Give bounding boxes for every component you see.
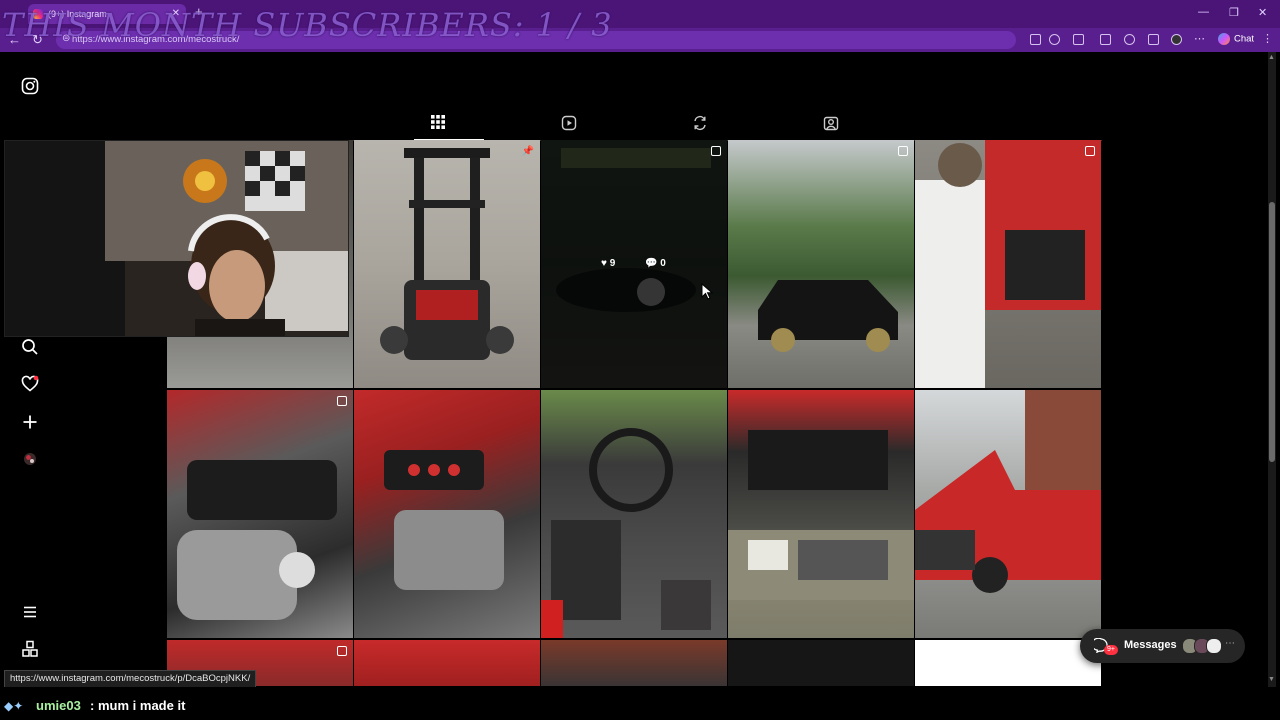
multiple-images-icon	[711, 146, 721, 156]
tab-reposts-icon[interactable]	[690, 115, 710, 135]
chat-username: umie03	[36, 698, 81, 713]
post-thumbnail-hovered[interactable]: ♥ 9 💬 0	[541, 140, 727, 388]
pinned-post-icon: 📌	[521, 146, 534, 157]
post-thumbnail[interactable]	[728, 390, 914, 638]
post-thumbnail[interactable]	[541, 640, 727, 686]
messages-label: Messages	[1124, 639, 1177, 651]
collections-icon[interactable]	[1148, 34, 1159, 45]
page-scrollbar[interactable]: ▲ ▼	[1268, 52, 1276, 687]
favorite-star-icon[interactable]	[1049, 34, 1060, 45]
post-thumbnail[interactable]	[915, 640, 1101, 686]
stream-chat-bar: ◆✦ umie03 : mum i made it	[0, 692, 1280, 720]
post-thumbnail[interactable]	[354, 390, 540, 638]
instagram-logo-icon[interactable]	[20, 77, 40, 97]
instagram-page: 📌 ♥ 9 💬 0 https://www.instagram.com/meco…	[4, 52, 1266, 687]
more-apps-icon[interactable]	[20, 640, 40, 660]
subscriber-goal-overlay: THIS MONTH SUBSCRIBERS: 1 / 3	[2, 6, 613, 44]
multiple-images-icon	[1085, 146, 1095, 156]
comment-count: 💬 0	[645, 258, 666, 269]
like-count: ♥ 9	[601, 258, 616, 269]
scroll-down-icon[interactable]: ▼	[1268, 676, 1275, 683]
maximize-icon[interactable]: ❐	[1229, 6, 1239, 19]
tab-reels-icon[interactable]	[559, 115, 579, 135]
multiple-images-icon	[337, 396, 347, 406]
chat-message: mum i made it	[98, 698, 186, 713]
interior-steering-image	[541, 428, 711, 638]
link-preview-status: https://www.instagram.com/mecostruck/p/D…	[4, 670, 257, 687]
tab-tagged-icon[interactable]	[821, 115, 841, 135]
menu-icon[interactable]	[20, 603, 40, 623]
truck-front-engine-image	[728, 430, 914, 600]
post-thumbnail[interactable]	[541, 390, 727, 638]
chat-label: Chat	[1234, 33, 1255, 45]
post-hover-overlay: ♥ 9 💬 0	[541, 140, 727, 388]
post-thumbnail[interactable]	[915, 390, 1101, 638]
chassis-frame-image	[380, 148, 514, 360]
red-pickup-truck-image	[915, 390, 1101, 593]
avatar	[1206, 638, 1222, 654]
multiple-images-icon	[337, 646, 347, 656]
engine-closeup-image	[177, 460, 337, 620]
chat-separator: :	[90, 698, 95, 713]
sidebar-toggle-icon[interactable]: ⋮	[1262, 32, 1273, 45]
tab-posts-grid-icon[interactable]	[428, 115, 448, 135]
black-car-image	[758, 280, 898, 352]
multiple-images-icon	[898, 146, 908, 156]
chat-badges-icon: ◆✦	[4, 699, 24, 713]
messages-button[interactable]: 9+ Messages ⋯	[1080, 629, 1245, 663]
settings-more-icon[interactable]: ⋯	[1194, 32, 1205, 45]
profile-tabs	[4, 112, 1266, 142]
notifications-heart-icon[interactable]	[20, 375, 40, 395]
scroll-up-icon[interactable]: ▲	[1268, 54, 1275, 61]
red-truck-engine-bay-image	[915, 140, 1101, 388]
webcam-overlay	[4, 140, 349, 337]
post-thumbnail[interactable]	[728, 140, 914, 388]
extensions-icon[interactable]	[1073, 34, 1084, 45]
copilot-icon	[1218, 33, 1230, 45]
copilot-chat-button[interactable]: Chat	[1218, 33, 1254, 45]
minimize-icon[interactable]: —	[1198, 6, 1209, 18]
mouse-cursor-icon	[701, 283, 713, 300]
profile-avatar-icon[interactable]	[1171, 34, 1182, 45]
search-icon[interactable]	[20, 338, 40, 358]
favorites-icon[interactable]	[1100, 34, 1111, 45]
more-icon[interactable]: ⋯	[1225, 638, 1235, 649]
post-thumbnail[interactable]: 📌	[354, 140, 540, 388]
post-thumbnail[interactable]	[915, 140, 1101, 388]
webcam-feed-image	[5, 141, 348, 336]
close-window-icon[interactable]: ✕	[1258, 6, 1267, 19]
create-icon[interactable]	[20, 413, 40, 433]
post-thumbnail[interactable]	[167, 390, 353, 638]
post-thumbnail[interactable]	[354, 640, 540, 686]
unread-badge: 9+	[1104, 645, 1118, 655]
history-icon[interactable]	[1124, 34, 1135, 45]
profile-avatar[interactable]	[20, 450, 40, 470]
scrollbar-thumb[interactable]	[1269, 202, 1275, 462]
post-thumbnail[interactable]	[728, 640, 914, 686]
split-screen-icon[interactable]	[1030, 34, 1041, 45]
engine-bay-image	[384, 450, 504, 590]
